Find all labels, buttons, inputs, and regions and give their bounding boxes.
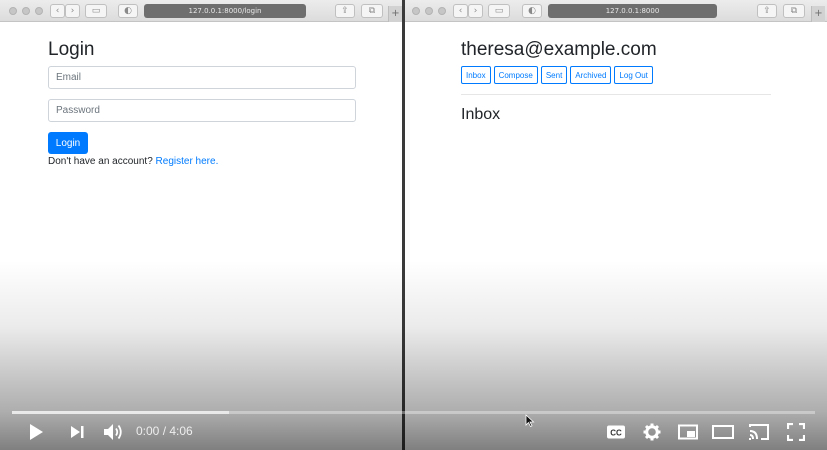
password-field[interactable] [48, 99, 356, 122]
sidebar-icon[interactable]: ▭ [488, 4, 510, 18]
browser-toolbar: ‹ › ▭ ◐ 127.0.0.1:8000/login ⇪ ⧉ + [0, 0, 402, 22]
share-icon[interactable]: ⇪ [335, 4, 355, 18]
logout-button[interactable]: Log Out [614, 66, 653, 84]
register-link[interactable]: Register here. [156, 156, 219, 167]
page-title: Login [48, 39, 95, 60]
section-title: Inbox [461, 106, 501, 123]
privacy-shield-icon[interactable]: ◐ [522, 4, 542, 18]
miniplayer-button[interactable] [676, 421, 700, 443]
email-field[interactable] [48, 66, 356, 89]
cast-icon [749, 424, 769, 440]
gear-icon [643, 423, 661, 441]
mail-nav: Inbox Compose Sent Archived Log Out [461, 66, 653, 84]
register-prompt: Don't have an account? Register here. [48, 156, 218, 167]
mouse-cursor-icon [525, 414, 535, 428]
tabs-overview-icon[interactable]: ⧉ [361, 4, 383, 18]
next-button[interactable] [65, 421, 89, 443]
settings-button[interactable] [640, 421, 664, 443]
tabs-overview-icon[interactable]: ⧉ [783, 4, 805, 18]
zoom-window-dot[interactable] [35, 7, 43, 15]
video-player[interactable]: ‹ › ▭ ◐ 127.0.0.1:8000/login ⇪ ⧉ + Login… [0, 0, 827, 450]
new-tab-icon[interactable]: + [811, 6, 825, 22]
back-arrow-icon[interactable]: ‹ [453, 4, 468, 18]
divider-line [461, 94, 771, 95]
user-email-heading: theresa@example.com [461, 39, 657, 60]
cast-button[interactable] [747, 421, 771, 443]
forward-arrow-icon[interactable]: › [468, 4, 483, 18]
time-display: 0:00 / 4:06 [136, 424, 193, 438]
browser-toolbar: ‹ › ▭ ◐ 127.0.0.1:8000 ⇪ ⧉ + [405, 0, 827, 22]
close-window-dot[interactable] [9, 7, 17, 15]
miniplayer-icon [678, 424, 698, 440]
new-tab-icon[interactable]: + [388, 6, 402, 22]
skip-next-icon [71, 426, 84, 438]
compose-button[interactable]: Compose [493, 66, 538, 84]
volume-button[interactable] [100, 421, 126, 443]
sidebar-icon[interactable]: ▭ [85, 4, 107, 18]
forward-arrow-icon[interactable]: › [65, 4, 80, 18]
privacy-shield-icon[interactable]: ◐ [118, 4, 138, 18]
zoom-window-dot[interactable] [438, 7, 446, 15]
theater-mode-button[interactable] [711, 421, 735, 443]
captions-icon-label: CC [610, 429, 622, 438]
right-browser-window: ‹ › ▭ ◐ 127.0.0.1:8000 ⇪ ⧉ + theresa@exa… [405, 0, 827, 450]
play-icon [30, 424, 43, 440]
buffered-progress [12, 411, 229, 414]
login-button[interactable]: Login [48, 132, 88, 154]
login-page: Login Login Don't have an account? Regis… [0, 23, 402, 450]
captions-button[interactable]: CC [604, 421, 628, 443]
inbox-page: theresa@example.com Inbox Compose Sent A… [405, 23, 827, 450]
address-bar[interactable]: 127.0.0.1:8000 [548, 4, 717, 18]
address-bar[interactable]: 127.0.0.1:8000/login [144, 4, 306, 18]
volume-icon [104, 424, 122, 440]
inbox-button[interactable]: Inbox [461, 66, 491, 84]
close-window-dot[interactable] [412, 7, 420, 15]
fullscreen-icon [787, 423, 805, 441]
minimize-window-dot[interactable] [425, 7, 433, 15]
theater-mode-icon [712, 425, 734, 439]
back-arrow-icon[interactable]: ‹ [50, 4, 65, 18]
archived-button[interactable]: Archived [570, 66, 612, 84]
play-button[interactable] [24, 421, 48, 443]
fullscreen-button[interactable] [784, 421, 808, 443]
left-browser-window: ‹ › ▭ ◐ 127.0.0.1:8000/login ⇪ ⧉ + Login… [0, 0, 402, 450]
register-prompt-text: Don't have an account? [48, 156, 153, 167]
sent-button[interactable]: Sent [540, 66, 568, 84]
captions-icon: CC [607, 425, 625, 439]
minimize-window-dot[interactable] [22, 7, 30, 15]
progress-bar[interactable] [12, 411, 815, 414]
share-icon[interactable]: ⇪ [757, 4, 777, 18]
